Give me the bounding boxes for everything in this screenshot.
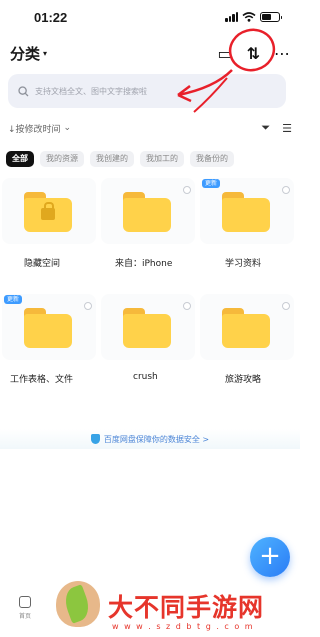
folder-name: crush xyxy=(133,372,158,382)
select-radio[interactable] xyxy=(183,302,191,310)
filter-icon[interactable]: ⏷ xyxy=(261,121,270,135)
search-bar[interactable] xyxy=(8,74,286,108)
folder-name: 工作表格、文件 xyxy=(10,375,74,385)
folder-tile-iphone[interactable] xyxy=(101,178,195,244)
chevron-down-icon: ▾ xyxy=(43,48,48,58)
folder-tile-work[interactable]: 更新 xyxy=(2,294,96,360)
watermark-title: 大不同手游网 xyxy=(108,593,265,622)
nav-item-home[interactable]: 首页 xyxy=(8,596,42,620)
search-icon xyxy=(18,85,29,96)
select-radio[interactable] xyxy=(183,186,191,194)
list-view-icon[interactable]: ☰ xyxy=(282,122,292,135)
shield-icon xyxy=(90,434,100,444)
filter-chip-all[interactable]: 全部 xyxy=(6,151,34,167)
home-icon xyxy=(19,596,31,608)
filter-chip-my-resources[interactable]: 我的资源 xyxy=(40,151,84,167)
folder-icon xyxy=(123,192,171,232)
transfer-list-icon[interactable]: ▭ xyxy=(217,44,232,63)
folder-name: 学习资料 xyxy=(225,259,262,269)
sort-bar: ↓按修改时间 ⌄ ⏷ ☰ xyxy=(8,118,292,138)
lock-icon xyxy=(41,202,55,220)
update-badge: 更新 xyxy=(202,179,221,188)
add-button[interactable]: + xyxy=(250,537,290,577)
folder-tile-hidden-space[interactable] xyxy=(2,178,96,244)
battery-icon xyxy=(260,12,282,22)
select-radio[interactable] xyxy=(84,302,92,310)
folder-tile-travel[interactable] xyxy=(200,294,294,360)
select-radio[interactable] xyxy=(282,302,290,310)
watermark: 大不同手游网 w w w . s z d b t g . c o m xyxy=(56,578,300,637)
header-actions: ▭ ⇅ ⋯ xyxy=(217,44,290,63)
security-notice-text: 百度网盘保障你的数据安全 > xyxy=(103,434,210,444)
folder-name: 旅游攻略 xyxy=(225,375,262,385)
category-title-dropdown[interactable]: 分类 ▾ xyxy=(10,43,47,64)
select-radio[interactable] xyxy=(282,186,290,194)
filter-chip-backed-up[interactable]: 我备份的 xyxy=(190,151,234,167)
nav-home-label: 首页 xyxy=(18,613,31,620)
page-title: 分类 xyxy=(10,44,41,63)
folder-name: 来自：iPhone xyxy=(115,259,173,269)
filter-chip-created[interactable]: 我创建的 xyxy=(90,151,134,167)
folder-tile-crush[interactable] xyxy=(101,294,195,360)
more-icon[interactable]: ⋯ xyxy=(274,44,290,63)
sort-transfer-icon[interactable]: ⇅ xyxy=(247,44,260,63)
folder-name: 隐藏空间 xyxy=(24,259,61,269)
search-input[interactable] xyxy=(35,86,276,96)
sort-by-modified-button[interactable]: ↓按修改时间 xyxy=(8,122,61,135)
update-badge: 更新 xyxy=(4,295,23,304)
folder-icon xyxy=(222,308,270,348)
folder-tile-study[interactable]: 更新 xyxy=(200,178,294,244)
status-bar: 01:22 xyxy=(0,0,300,34)
filter-chip-processed[interactable]: 我加工的 xyxy=(140,151,184,167)
status-icons xyxy=(225,12,282,22)
folder-icon xyxy=(24,192,72,232)
chevron-down-icon: ⌄ xyxy=(63,123,72,133)
status-time: 01:22 xyxy=(34,9,68,25)
wifi-icon xyxy=(242,12,256,22)
watermark-logo xyxy=(56,581,100,627)
signal-icon xyxy=(225,12,238,22)
header: 分类 ▾ ▭ ⇅ ⋯ xyxy=(0,38,300,68)
folder-icon xyxy=(123,308,171,348)
watermark-url: w w w . s z d b t g . c o m xyxy=(112,622,255,631)
filter-chips: 全部 我的资源 我创建的 我加工的 我备份的 xyxy=(6,151,234,169)
security-notice-link[interactable]: 百度网盘保障你的数据安全 > xyxy=(0,429,300,449)
folder-icon xyxy=(222,192,270,232)
folder-icon xyxy=(24,308,72,348)
